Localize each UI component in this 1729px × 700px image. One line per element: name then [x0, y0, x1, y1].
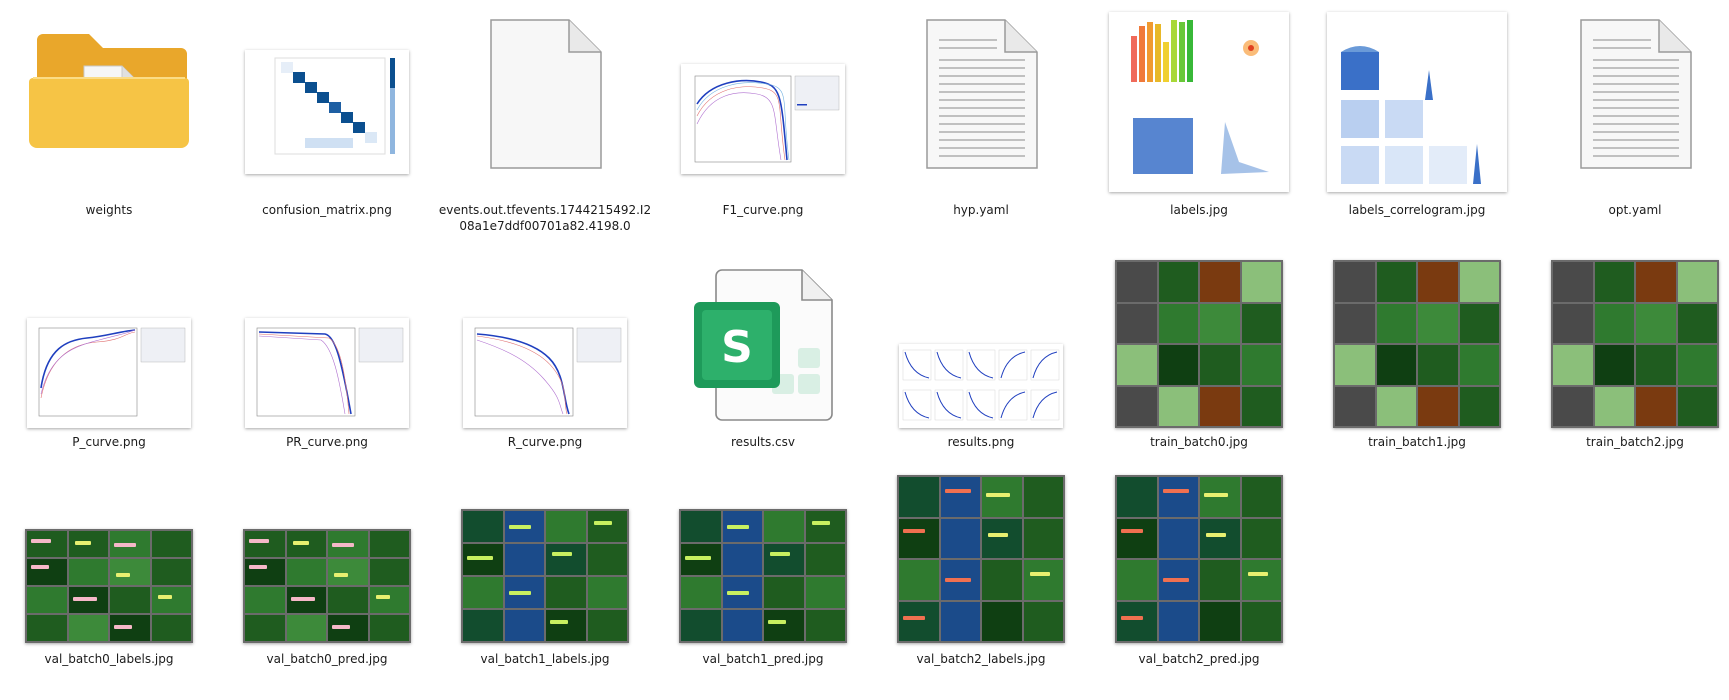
file-name: val_batch1_pred.jpg — [702, 652, 824, 666]
val-batch0-labels-thumbnail — [25, 529, 193, 643]
file-name: val_batch2_pred.jpg — [1138, 652, 1260, 666]
file-name: train_batch1.jpg — [1368, 435, 1466, 449]
train-batch1-thumbnail — [1333, 260, 1501, 428]
train-batch2-thumbnail — [1551, 260, 1719, 428]
val-batch1-pred-thumbnail — [679, 509, 847, 643]
val-batch0-pred-thumbnail — [243, 529, 411, 643]
file-name: train_batch2.jpg — [1586, 435, 1684, 449]
file-name: val_batch2_labels.jpg — [916, 652, 1046, 666]
val-batch2-labels-thumbnail — [897, 475, 1065, 643]
val-batch2-pred-thumbnail — [1115, 475, 1283, 643]
file-name: val_batch0_pred.jpg — [266, 652, 388, 666]
file-name: val_batch0_labels.jpg — [44, 652, 174, 666]
val-batch1-labels-thumbnail — [461, 509, 629, 643]
file-grid: weights confusion_matrix.png events.out.… — [0, 0, 1729, 700]
file-name: val_batch1_labels.jpg — [480, 652, 610, 666]
